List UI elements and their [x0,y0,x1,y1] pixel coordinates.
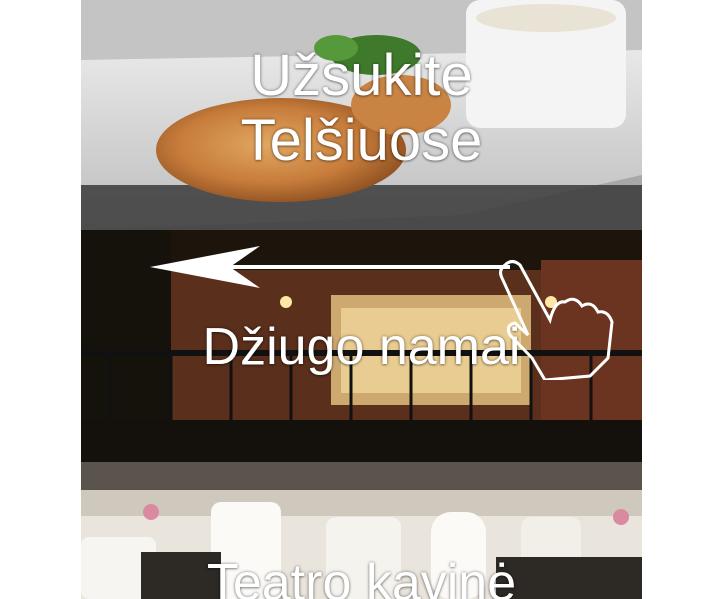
card-title: Džiugo namai [202,318,521,376]
venue-feed: Užsukite Telšiuose Džiugo namai Teatro k… [81,0,642,599]
card-title-line-2: Telšiuose [240,107,483,173]
card-title-line-1: Užsukite [250,43,473,108]
promo-card[interactable]: Užsukite Telšiuose [81,0,642,230]
venue-card-teatro-kavine[interactable]: Teatro kavinė [81,462,642,599]
venue-card-dziugo-namai[interactable]: Džiugo namai [81,230,642,462]
card-title: Teatro kavinė [206,554,517,599]
card-title: Užsukite Telšiuose [81,43,642,174]
